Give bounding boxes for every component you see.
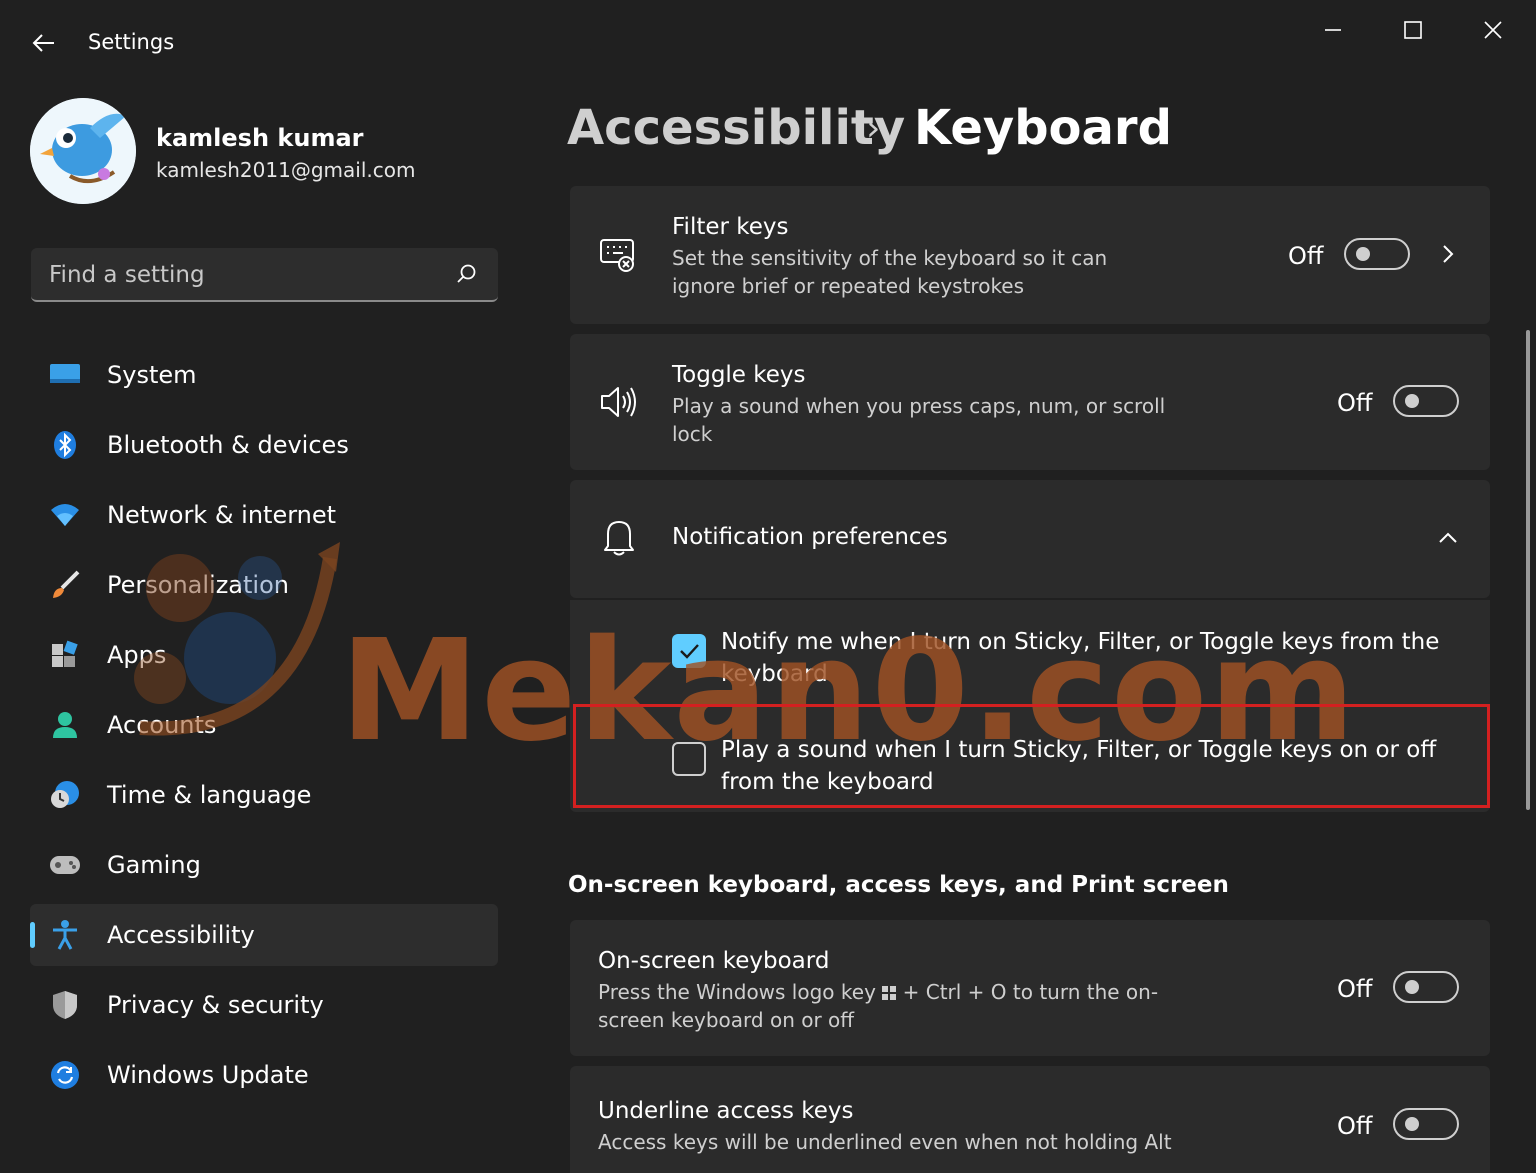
sidebar-item-label: Windows Update xyxy=(107,1061,309,1089)
underline-access-keys-title: Underline access keys xyxy=(598,1098,854,1124)
person-icon xyxy=(48,708,82,742)
filter-keys-state: Off xyxy=(1288,242,1324,270)
onscreen-keyboard-desc-line2: screen keyboard on or off xyxy=(598,1008,855,1032)
windows-logo-icon xyxy=(882,986,897,1000)
notification-preferences-title: Notification preferences xyxy=(672,524,948,550)
minimize-button[interactable] xyxy=(1308,10,1358,50)
shield-icon xyxy=(48,988,82,1022)
filter-keys-desc-line1: Set the sensitivity of the keyboard so i… xyxy=(672,246,1108,270)
notify-checkbox[interactable] xyxy=(672,634,706,668)
maximize-button[interactable] xyxy=(1388,10,1438,50)
sidebar-item-label: Privacy & security xyxy=(107,991,324,1019)
close-button[interactable] xyxy=(1468,10,1518,50)
maximize-icon xyxy=(1404,21,1422,39)
filter-keys-desc-line2: ignore brief or repeated keystrokes xyxy=(672,274,1025,298)
selection-indicator xyxy=(30,922,35,948)
onscreen-keyboard-title: On-screen keyboard xyxy=(598,948,830,974)
onscreen-keyboard-toggle[interactable] xyxy=(1393,971,1459,1003)
sidebar-item-apps[interactable]: Apps xyxy=(30,624,498,686)
toggle-keys-toggle[interactable] xyxy=(1393,385,1459,417)
sidebar-item-label: Time & language xyxy=(107,781,312,809)
breadcrumb-parent[interactable]: Accessibility xyxy=(567,100,905,156)
clock-globe-icon xyxy=(48,778,82,812)
sidebar-item-windows-update[interactable]: Windows Update xyxy=(30,1044,498,1106)
sidebar-item-label: Accessibility xyxy=(107,921,255,949)
sidebar-item-personalization[interactable]: Personalization xyxy=(30,554,498,616)
sidebar-item-label: Network & internet xyxy=(107,501,337,529)
sidebar-item-accounts[interactable]: Accounts xyxy=(30,694,498,756)
onscreen-keyboard-desc-part2: + Ctrl + O to turn the on- xyxy=(902,980,1159,1004)
search-input[interactable] xyxy=(47,256,441,294)
bluetooth-icon xyxy=(48,428,82,462)
filter-keys-icon xyxy=(598,234,638,278)
sidebar-item-label: Apps xyxy=(107,641,167,669)
notification-preferences-header[interactable]: Notification preferences xyxy=(570,480,1490,598)
sidebar-item-network[interactable]: Network & internet xyxy=(30,484,498,546)
filter-keys-card[interactable]: Filter keys Set the sensitivity of the k… xyxy=(570,186,1490,324)
sidebar-item-label: Gaming xyxy=(107,851,201,879)
toggle-keys-state: Off xyxy=(1337,389,1373,417)
breadcrumb-chevron-icon: › xyxy=(866,108,881,149)
chevron-right-icon[interactable] xyxy=(1436,242,1460,270)
minimize-icon xyxy=(1325,29,1341,31)
toggle-keys-desc-line1: Play a sound when you press caps, num, o… xyxy=(672,394,1166,418)
sidebar-item-privacy[interactable]: Privacy & security xyxy=(30,974,498,1036)
sidebar-item-system[interactable]: System xyxy=(30,344,498,406)
close-icon xyxy=(1484,21,1502,39)
page-title: Keyboard xyxy=(914,100,1172,156)
underline-access-keys-card[interactable]: Underline access keys Access keys will b… xyxy=(570,1066,1490,1173)
user-email: kamlesh2011@gmail.com xyxy=(156,158,416,182)
user-name: kamlesh kumar xyxy=(156,124,364,152)
notify-checkbox-label-line2: keyboard xyxy=(721,661,828,687)
checkmark-icon xyxy=(680,644,699,659)
window-title: Settings xyxy=(88,30,175,54)
avatar[interactable] xyxy=(30,98,136,204)
sidebar-item-label: Accounts xyxy=(107,711,217,739)
search-box[interactable] xyxy=(31,248,498,302)
sidebar-item-label: Personalization xyxy=(107,571,289,599)
underline-access-keys-desc: Access keys will be underlined even when… xyxy=(598,1130,1172,1154)
onscreen-keyboard-desc-part1: Press the Windows logo key xyxy=(598,980,876,1004)
section-heading: On-screen keyboard, access keys, and Pri… xyxy=(568,872,1229,898)
sidebar-item-time-language[interactable]: Time & language xyxy=(30,764,498,826)
sidebar-item-bluetooth[interactable]: Bluetooth & devices xyxy=(30,414,498,476)
bell-icon xyxy=(600,518,638,562)
underline-access-keys-state: Off xyxy=(1337,1112,1373,1140)
sidebar-item-label: System xyxy=(107,361,197,389)
filter-keys-title: Filter keys xyxy=(672,214,789,240)
sidebar-item-gaming[interactable]: Gaming xyxy=(30,834,498,896)
sidebar-item-accessibility[interactable]: Accessibility xyxy=(30,904,498,966)
bird-avatar-icon xyxy=(30,98,136,204)
filter-keys-toggle[interactable] xyxy=(1344,238,1410,270)
chevron-up-icon[interactable] xyxy=(1436,526,1460,554)
monitor-icon xyxy=(48,358,82,392)
update-icon xyxy=(48,1058,82,1092)
accessibility-icon xyxy=(48,918,82,952)
onscreen-keyboard-state: Off xyxy=(1337,975,1373,1003)
scrollbar[interactable] xyxy=(1526,330,1530,810)
underline-access-keys-toggle[interactable] xyxy=(1393,1108,1459,1140)
speaker-icon xyxy=(598,382,640,426)
highlight-box xyxy=(573,704,1490,808)
toggle-keys-title: Toggle keys xyxy=(672,362,806,388)
sidebar-item-label: Bluetooth & devices xyxy=(107,431,349,459)
toggle-keys-card[interactable]: Toggle keys Play a sound when you press … xyxy=(570,334,1490,470)
onscreen-keyboard-desc-line1: Press the Windows logo key + Ctrl + O to… xyxy=(598,978,1158,1006)
gamepad-icon xyxy=(48,848,82,882)
wifi-icon xyxy=(48,498,82,532)
notify-checkbox-label-line1: Notify me when I turn on Sticky, Filter,… xyxy=(721,629,1440,655)
search-icon[interactable] xyxy=(454,262,478,286)
toggle-keys-desc-line2: lock xyxy=(672,422,713,446)
apps-icon xyxy=(48,638,82,672)
back-arrow-icon[interactable] xyxy=(28,28,58,58)
brush-icon xyxy=(48,568,82,602)
onscreen-keyboard-card[interactable]: On-screen keyboard Press the Windows log… xyxy=(570,920,1490,1056)
